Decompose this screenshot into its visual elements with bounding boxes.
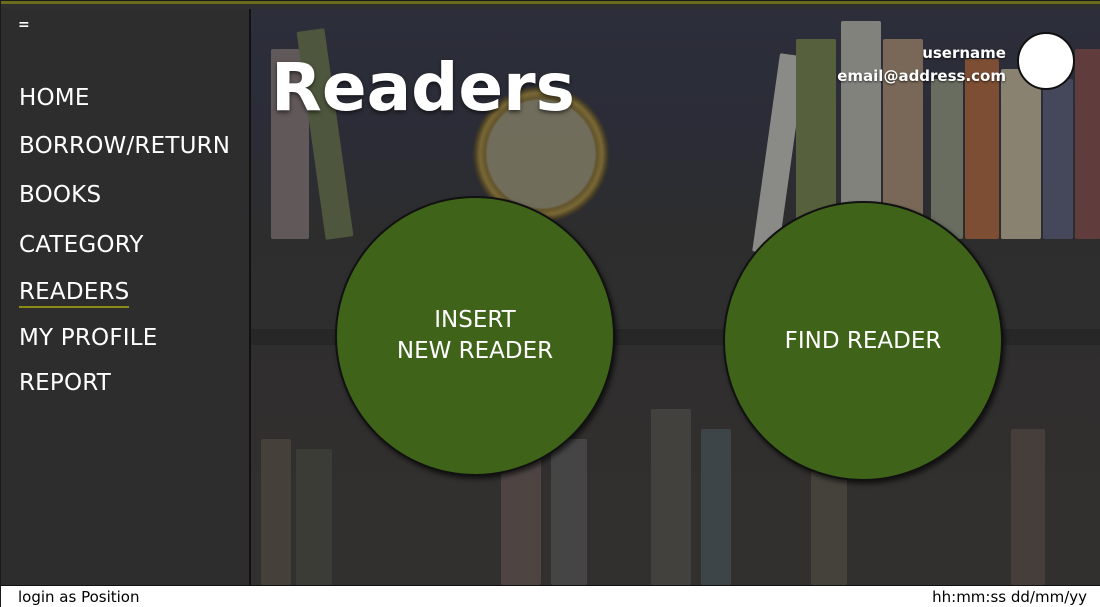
main-content: Readers username email@address.com INSER… [251,9,1100,585]
username-label: username [922,44,1006,62]
status-bar: login as Position hh:mm:ss dd/mm/yy [1,585,1100,607]
clock-datetime: hh:mm:ss dd/mm/yy [932,588,1087,606]
user-info: username email@address.com [837,42,1006,88]
sidebar-item-readers[interactable]: READERS [19,279,130,308]
find-reader-label: FIND READER [784,327,942,354]
find-reader-button[interactable]: FIND READER [723,201,1003,481]
sidebar-item-my-profile[interactable]: MY PROFILE [19,325,158,351]
page-title: Readers [271,49,575,126]
sidebar-item-report[interactable]: REPORT [19,370,111,396]
sidebar-item-borrow-return[interactable]: BORROW/RETURN [19,133,230,159]
app-window: = HOME BORROW/RETURN BOOKS CATEGORY READ… [0,0,1100,607]
sidebar-item-home[interactable]: HOME [19,85,90,111]
menu-toggle-icon[interactable]: = [18,17,30,33]
insert-new-reader-button[interactable]: INSERT NEW READER [335,196,615,476]
sidebar: = HOME BORROW/RETURN BOOKS CATEGORY READ… [1,9,251,585]
sidebar-item-category[interactable]: CATEGORY [19,232,144,258]
avatar[interactable] [1017,32,1075,90]
email-label: email@address.com [837,67,1006,85]
sidebar-item-books[interactable]: BOOKS [19,182,101,208]
top-accent-bar [1,1,1100,9]
insert-new-reader-label: INSERT NEW READER [396,307,554,364]
login-status: login as Position [18,588,140,606]
